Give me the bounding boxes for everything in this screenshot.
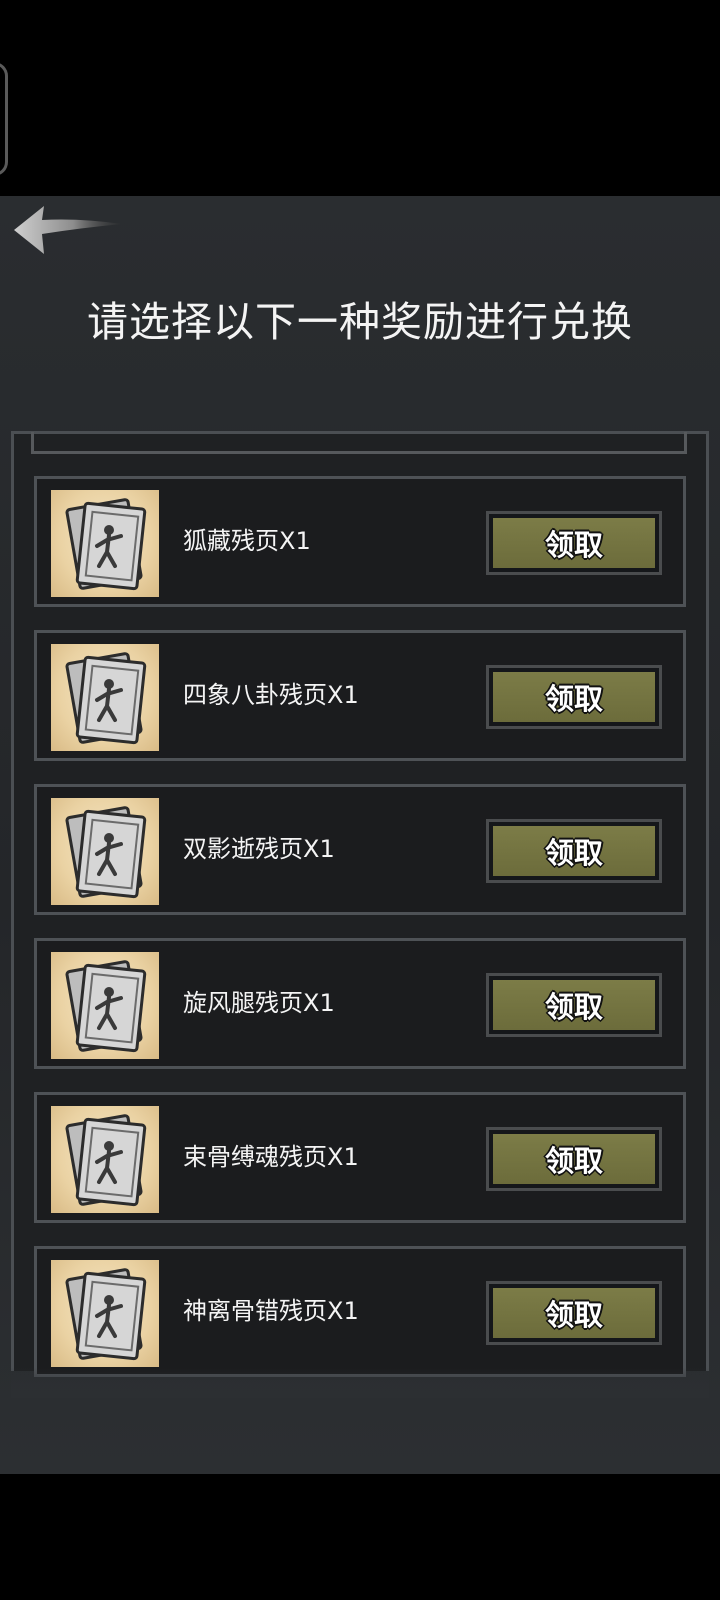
claim-button[interactable]: 领取 (486, 1281, 662, 1345)
reward-name: 神离骨错残页X1 (183, 1297, 359, 1325)
reward-name: 双影逝残页X1 (183, 835, 335, 863)
martial-art-scroll-icon (51, 1106, 159, 1213)
navigation-bar-area (0, 1474, 720, 1600)
claim-button-label: 领取 (493, 1134, 655, 1184)
martial-art-scroll-icon (51, 798, 159, 905)
claim-button-label: 领取 (493, 672, 655, 722)
reward-item: 双影逝残页X1 领取 (34, 784, 686, 915)
martial-art-scroll-icon (51, 644, 159, 751)
reward-item: 旋风腿残页X1 领取 (34, 938, 686, 1069)
back-arrow-icon (14, 206, 122, 254)
side-tab-handle[interactable] (0, 62, 8, 176)
page-title: 请选择以下一种奖励进行兑换 (87, 298, 633, 346)
reward-item: 神离骨错残页X1 领取 (34, 1246, 686, 1377)
reward-name: 四象八卦残页X1 (183, 681, 359, 709)
back-button[interactable] (10, 204, 126, 256)
claim-button[interactable]: 领取 (486, 819, 662, 883)
list-bottom-fade (11, 1368, 709, 1398)
claim-button[interactable]: 领取 (486, 511, 662, 575)
reward-item: 四象八卦残页X1 领取 (34, 630, 686, 761)
claim-button-label: 领取 (493, 1288, 655, 1338)
claim-button[interactable]: 领取 (486, 973, 662, 1037)
reward-item: 束骨缚魂残页X1 领取 (34, 1092, 686, 1223)
reward-name: 狐藏残页X1 (183, 527, 311, 555)
reward-name: 旋风腿残页X1 (183, 989, 335, 1017)
list-top-edge (31, 432, 687, 454)
claim-button-label: 领取 (493, 980, 655, 1030)
claim-button-label: 领取 (493, 826, 655, 876)
claim-button[interactable]: 领取 (486, 1127, 662, 1191)
status-bar-area (0, 0, 720, 196)
claim-button[interactable]: 领取 (486, 665, 662, 729)
martial-art-scroll-icon (51, 952, 159, 1059)
claim-button-label: 领取 (493, 518, 655, 568)
reward-name: 束骨缚魂残页X1 (183, 1143, 359, 1171)
martial-art-scroll-icon (51, 1260, 159, 1367)
martial-art-scroll-icon (51, 490, 159, 597)
reward-item: 狐藏残页X1 领取 (34, 476, 686, 607)
